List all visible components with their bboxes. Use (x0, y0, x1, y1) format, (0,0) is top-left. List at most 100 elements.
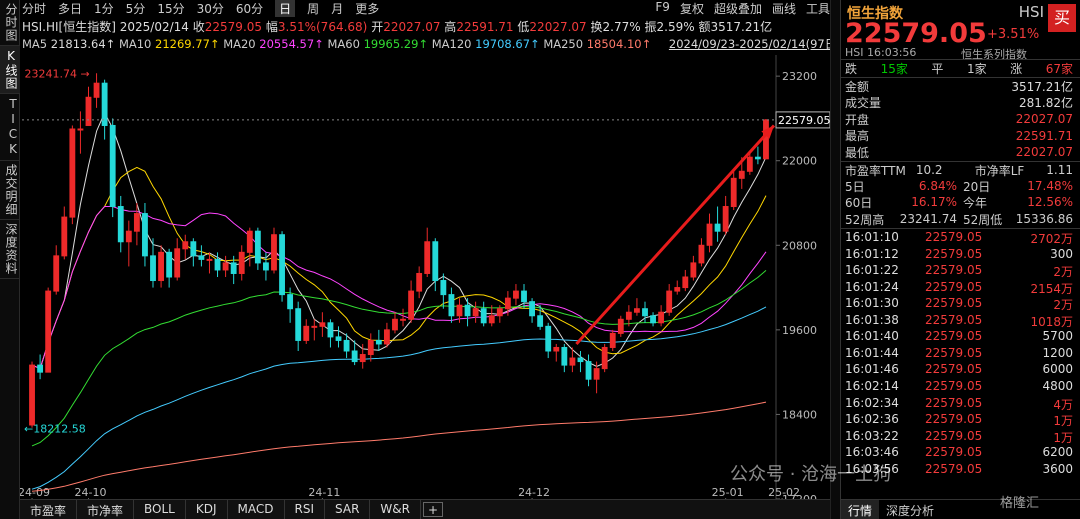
buy-button[interactable]: 买 (1048, 4, 1076, 32)
candle-body (109, 124, 116, 208)
amount-label: 额 (698, 20, 711, 34)
candle-body (674, 287, 681, 292)
candle-body (150, 255, 156, 282)
tick-volume: 4万 (1053, 397, 1073, 412)
tick-price: 22579.05 (925, 279, 983, 294)
ma10-value: 21269.77↑ (155, 37, 220, 51)
ma60-line (31, 270, 767, 447)
date-range-selector[interactable]: 2024/09/23-2025/02/14(97日) (669, 37, 841, 51)
amp-label: 振 (644, 20, 657, 34)
perf-label: 今年 (963, 195, 988, 210)
down-label: 跌 (845, 61, 858, 76)
tick-price: 22579.05 (925, 461, 983, 476)
period-tab[interactable]: 30分 (197, 0, 224, 17)
tick-price: 22579.05 (925, 378, 983, 393)
candle-body (53, 255, 60, 292)
tick-volume: 1万 (1053, 414, 1073, 429)
period-tab[interactable]: 分时 (22, 0, 46, 17)
x-tick-label: 24-11 (308, 486, 340, 499)
period-tab[interactable]: 多日 (58, 0, 82, 17)
flat-label: 平 (931, 61, 944, 76)
candle-body (383, 329, 390, 345)
y-tick-label: 18400 (782, 408, 817, 421)
tools-button[interactable]: 工具 (806, 0, 830, 17)
candle-body (706, 223, 713, 246)
tick-row: 16:02:14 22579.05 4800 (845, 379, 1073, 396)
candle-body (166, 251, 173, 278)
candle-body (585, 361, 592, 380)
tick-volume: 2万 (1053, 265, 1073, 280)
valuation-row: 市盈率TTM 10.2 市净率LF 1.11 (845, 162, 1073, 178)
indicator-tab-pe[interactable]: 市盈率 (20, 500, 78, 519)
candle-body (456, 304, 463, 317)
tick-row: 16:02:34 22579.05 4万 (845, 396, 1073, 413)
w52-low-value: 15336.86 (1015, 212, 1073, 226)
tick-row: 16:02:36 22579.05 1万 (845, 412, 1073, 429)
indicator-tab-pb[interactable]: 市净率 (77, 500, 135, 519)
indicator-tab-sar[interactable]: SAR (325, 500, 371, 519)
tick-volume: 6000 (1042, 362, 1073, 377)
tick-price: 22579.05 (925, 395, 983, 410)
indicator-tab-wr[interactable]: W&R (370, 500, 421, 519)
tab-trades[interactable]: 成交明细 (0, 161, 20, 220)
overlay-button[interactable]: 超级叠加 (714, 0, 762, 17)
stat-label: 金额 (845, 79, 870, 94)
ma120-label: MA120 (431, 37, 472, 51)
candle-body (416, 272, 423, 292)
tab-depth[interactable]: 深度资料 (0, 220, 20, 279)
period-tab[interactable]: 5分 (126, 0, 146, 17)
candle-body (496, 308, 503, 317)
candle-body (198, 255, 205, 260)
tick-volume: 3600 (1042, 461, 1073, 476)
period-tab-day[interactable]: 日 (275, 0, 296, 17)
candle-body (400, 318, 406, 321)
candle-body (440, 280, 447, 296)
candle-body (513, 290, 519, 299)
stat-row: 最低 22027.07 (845, 144, 1073, 160)
ma120-value: 19708.67↑ (475, 37, 540, 51)
ma60-label: MA60 (327, 37, 360, 51)
candle-body (246, 230, 253, 253)
kline-chart[interactable]: 23200220002080019600184001720024-0924-10… (20, 55, 830, 499)
open-label: 开 (371, 20, 384, 34)
tick-volume: 300 (1050, 246, 1073, 261)
tick-time: 16:01:12 (845, 246, 899, 261)
indicator-tab-boll[interactable]: BOLL (134, 500, 186, 519)
candle-body (271, 234, 277, 271)
candle-body (577, 357, 584, 363)
tab-quote[interactable]: 行情 (841, 500, 880, 519)
f9-button[interactable]: F9 (655, 0, 670, 17)
tab-kline[interactable]: K线图 (0, 46, 20, 94)
candle-body (690, 262, 697, 278)
ma20-value: 20554.57↑ (259, 37, 324, 51)
panel-collapse-handle[interactable] (830, 0, 840, 519)
candle-body (101, 82, 108, 126)
high-value: 22591.71 (456, 20, 514, 34)
tick-time: 16:02:36 (845, 412, 899, 427)
indicator-tabs: 市盈率 市净率 BOLL KDJ MACD RSI SAR W&R + (20, 499, 830, 519)
week52-row: 52周高 23241.74 52周低 15336.86 (845, 211, 1073, 227)
period-tab[interactable]: 1分 (94, 0, 114, 17)
candle-body (714, 223, 721, 232)
candle-body (754, 156, 761, 160)
more-tab[interactable]: 更多 (355, 0, 379, 17)
period-tab[interactable]: 15分 (157, 0, 184, 17)
candle-body (351, 350, 358, 363)
indicator-tab-kdj[interactable]: KDJ (186, 500, 228, 519)
tab-tick[interactable]: TICK (0, 94, 20, 161)
perf-label: 5日 (845, 179, 865, 194)
period-tab[interactable]: 周 (307, 0, 319, 17)
adjust-button[interactable]: 复权 (680, 0, 704, 17)
x-tick-label: 24-10 (74, 486, 106, 499)
tab-fenshi[interactable]: 分时图 (0, 0, 20, 46)
draw-button[interactable]: 画线 (772, 0, 796, 17)
candle-body (375, 339, 382, 345)
indicator-tab-rsi[interactable]: RSI (285, 500, 326, 519)
tab-deep-analysis[interactable]: 深度分析 (879, 500, 941, 519)
period-tab[interactable]: 60分 (236, 0, 263, 17)
current-price-label: 22579.05 (778, 114, 830, 127)
indicator-tab-macd[interactable]: MACD (228, 500, 285, 519)
period-tab[interactable]: 月 (331, 0, 343, 17)
stat-value: 22027.07 (1015, 145, 1073, 159)
add-indicator-button[interactable]: + (422, 502, 444, 517)
